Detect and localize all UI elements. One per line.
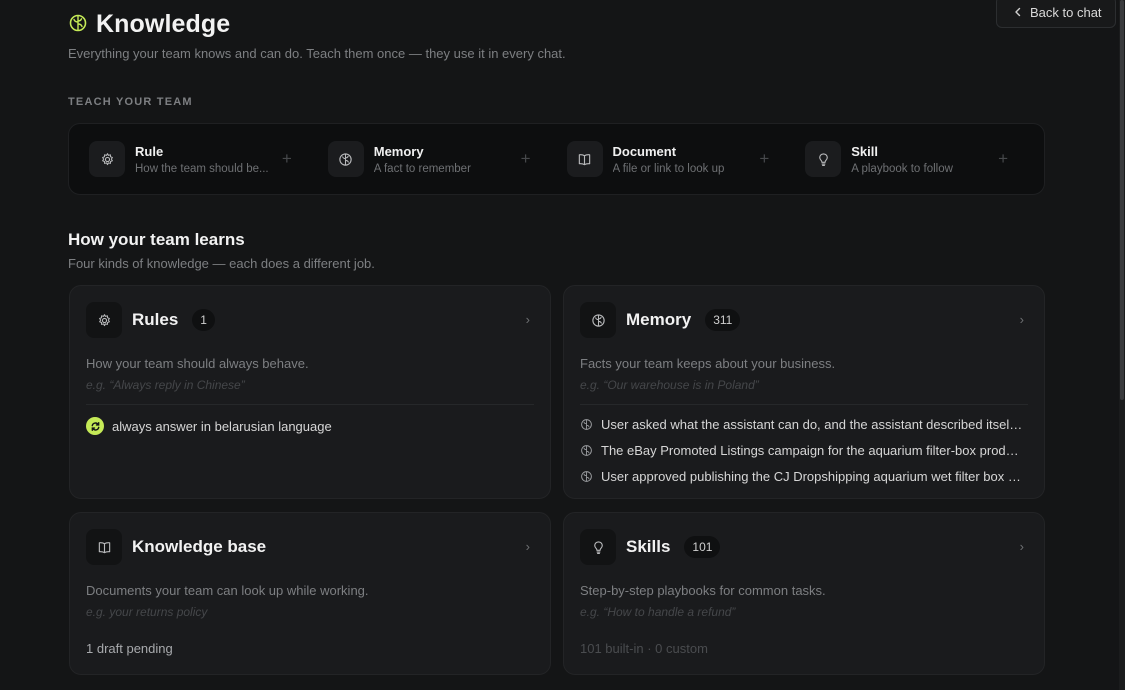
card-example: e.g. “Always reply in Chinese”	[86, 378, 245, 392]
card-title: Rules	[132, 310, 179, 329]
learn-section-subtitle: Four kinds of knowledge — each does a di…	[68, 256, 375, 271]
memory-text: The eBay Promoted Listings campaign for …	[601, 442, 1023, 458]
teach-item-desc: A fact to remember	[373, 162, 471, 175]
brain-icon	[581, 418, 592, 430]
memory-text: User approved publishing the CJ Dropship…	[601, 468, 1023, 484]
count-badge: 1	[192, 309, 215, 331]
draft-status: 1 draft pending	[86, 641, 173, 656]
rule-text: always answer in belarusian language	[112, 418, 332, 434]
teach-document-button[interactable]: Document A file or link to look up +	[566, 139, 806, 179]
lightbulb-icon	[805, 141, 842, 177]
card-description: Facts your team keeps about your busines…	[580, 356, 836, 371]
chevron-right-icon: ›	[1019, 539, 1024, 554]
brain-icon	[327, 141, 364, 177]
card-title: Skills	[626, 537, 671, 556]
teach-item-desc: How the team should be...	[135, 162, 269, 175]
teach-item-name: Document	[612, 143, 677, 159]
card-description: How your team should always behave.	[86, 356, 309, 371]
book-icon	[566, 141, 603, 177]
page-subtitle: Everything your team knows and can do. T…	[68, 46, 566, 61]
card-example: e.g. “Our warehouse is in Poland”	[580, 378, 759, 392]
chevron-right-icon: ›	[525, 539, 530, 554]
plus-icon[interactable]: +	[521, 149, 531, 169]
count-badge: 311	[705, 309, 741, 331]
learn-section-title: How your team learns	[68, 230, 245, 249]
memory-list-item[interactable]: The eBay Promoted Listings campaign for …	[580, 437, 1028, 463]
brain-logo-icon	[69, 14, 87, 31]
teach-item-name: Rule	[135, 143, 164, 159]
chevron-right-icon: ›	[1019, 312, 1024, 327]
back-to-chat-button[interactable]: Back to chat	[996, 0, 1116, 28]
card-example: e.g. your returns policy	[86, 605, 208, 619]
memory-text: User asked what the assistant can do, an…	[601, 416, 1023, 432]
rule-list-item[interactable]: always answer in belarusian language	[86, 417, 534, 435]
page-header: Knowledge Everything your team knows and…	[68, 10, 566, 61]
count-badge: 101	[684, 536, 721, 558]
teach-item-desc: A playbook to follow	[851, 162, 953, 175]
skills-count-summary: 101 built-in · 0 custom	[580, 641, 708, 656]
brain-icon	[580, 302, 616, 338]
teach-memory-button[interactable]: Memory A fact to remember +	[327, 139, 567, 179]
skills-card[interactable]: Skills 101 › Step-by-step playbooks for …	[563, 512, 1045, 675]
divider	[580, 404, 1028, 405]
teach-item-desc: A file or link to look up	[612, 162, 725, 175]
memory-list-item[interactable]: User approved publishing the CJ Dropship…	[580, 463, 1028, 489]
teach-item-name: Skill	[851, 143, 878, 159]
card-title: Memory	[626, 310, 692, 329]
card-description: Documents your team can look up while wo…	[86, 583, 369, 598]
teach-section-label: TEACH YOUR TEAM	[68, 96, 193, 108]
card-description: Step-by-step playbooks for common tasks.	[580, 583, 826, 598]
plus-icon[interactable]: +	[759, 149, 769, 169]
lightbulb-icon	[580, 529, 616, 565]
teach-panel: Rule How the team should be... + Memory …	[68, 123, 1045, 195]
rules-card[interactable]: Rules 1 › How your team should always be…	[69, 285, 551, 499]
gear-icon	[89, 141, 125, 177]
teach-rule-button[interactable]: Rule How the team should be... +	[89, 139, 328, 179]
chevron-right-icon: ›	[525, 312, 530, 327]
teach-skill-button[interactable]: Skill A playbook to follow +	[805, 139, 1044, 179]
brain-icon	[581, 444, 592, 456]
back-to-chat-label: Back to chat	[1030, 4, 1102, 20]
teach-item-name: Memory	[373, 143, 424, 159]
memory-list: User asked what the assistant can do, an…	[580, 411, 1028, 489]
gear-icon	[86, 302, 122, 338]
plus-icon[interactable]: +	[998, 149, 1008, 169]
card-title: Knowledge base	[132, 537, 267, 556]
plus-icon[interactable]: +	[282, 149, 292, 169]
book-icon	[86, 529, 122, 565]
memory-list-item[interactable]: User asked what the assistant can do, an…	[580, 411, 1028, 437]
card-example: e.g. “How to handle a refund”	[580, 605, 736, 619]
page-title: Knowledge	[96, 10, 231, 38]
scrollbar-thumb[interactable]	[1120, 0, 1124, 400]
sync-icon	[86, 417, 104, 435]
memory-card[interactable]: Memory 311 › Facts your team keeps about…	[563, 285, 1045, 499]
brain-icon	[581, 470, 592, 482]
page-scrollbar[interactable]	[1119, 0, 1125, 690]
knowledge-base-card[interactable]: Knowledge base › Documents your team can…	[69, 512, 551, 675]
chevron-left-icon	[1015, 7, 1021, 17]
divider	[86, 404, 534, 405]
